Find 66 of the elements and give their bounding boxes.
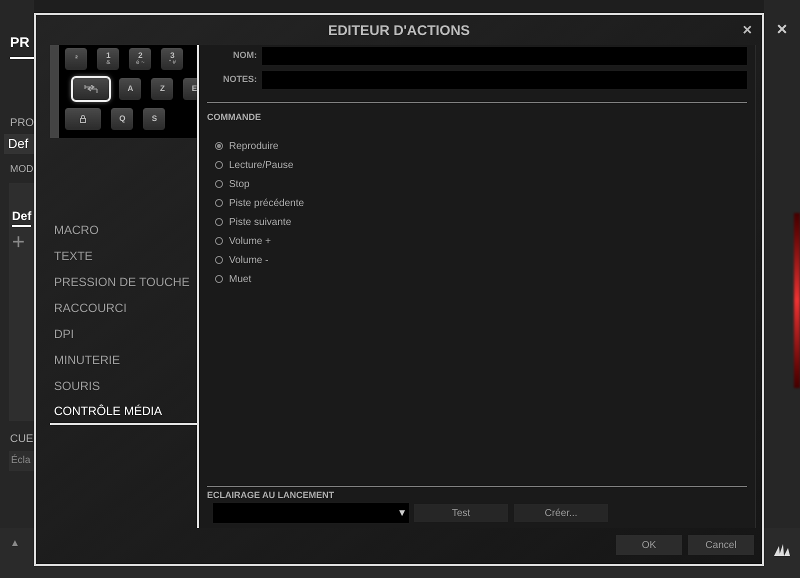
keyboard-key[interactable]: E bbox=[183, 78, 197, 100]
radio-button[interactable] bbox=[215, 218, 223, 226]
key-label: S bbox=[152, 115, 158, 123]
radio-label: Piste suivante bbox=[229, 216, 292, 230]
keyboard-key[interactable]: ² bbox=[65, 48, 88, 70]
key-label: 2 bbox=[138, 52, 143, 60]
close-icon[interactable]: × bbox=[776, 20, 788, 38]
dialog-button[interactable]: Cancel bbox=[688, 535, 754, 555]
action-menu-item[interactable]: SOURIS bbox=[50, 373, 197, 399]
keyboard-key[interactable]: Z bbox=[151, 78, 174, 100]
action-menu-item[interactable]: DPI bbox=[50, 321, 197, 347]
panel-button[interactable]: Test bbox=[413, 503, 509, 523]
lock-icon bbox=[80, 115, 86, 123]
radio-button[interactable] bbox=[215, 142, 223, 150]
radio-label: Stop bbox=[229, 178, 250, 192]
action-menu-item[interactable]: MINUTERIE bbox=[50, 347, 197, 373]
keyboard-key[interactable]: A bbox=[119, 78, 142, 100]
mode-tab[interactable]: Def bbox=[12, 206, 32, 226]
dialog-title: EDITEUR D'ACTIONS bbox=[328, 20, 470, 40]
radio-label: Volume - bbox=[229, 254, 268, 268]
cue-label: CUE bbox=[10, 432, 34, 446]
lighting-dropdown[interactable]: ▼ bbox=[213, 503, 409, 523]
keyboard-key[interactable] bbox=[73, 78, 110, 100]
text-input-field[interactable] bbox=[262, 47, 747, 65]
radio-label: Lecture/Pause bbox=[229, 158, 294, 172]
panel-button[interactable]: Créer... bbox=[513, 503, 609, 523]
key-label: E bbox=[192, 85, 197, 93]
section-heading: COMMANDE bbox=[207, 111, 262, 124]
radio-button[interactable] bbox=[215, 237, 223, 245]
radio-label: Volume + bbox=[229, 234, 271, 248]
keyboard-key[interactable]: S bbox=[143, 108, 166, 130]
key-label: Z bbox=[160, 85, 165, 93]
dialog-button[interactable]: OK bbox=[616, 535, 682, 555]
caret-icon: ▼ bbox=[397, 506, 407, 520]
radio-label: Reproduire bbox=[229, 140, 278, 154]
text-input-field[interactable] bbox=[262, 71, 747, 89]
radio-button[interactable] bbox=[215, 161, 223, 169]
radio-button[interactable] bbox=[215, 275, 223, 283]
add-icon[interactable]: + bbox=[12, 230, 34, 252]
keyboard-key[interactable] bbox=[65, 108, 102, 130]
key-label: ² bbox=[75, 55, 78, 63]
mode-label: MOD bbox=[10, 162, 34, 176]
key-label: A bbox=[128, 85, 134, 93]
section-heading: ECLAIRAGE AU LANCEMENT bbox=[207, 488, 336, 502]
keyboard-key[interactable]: Q bbox=[111, 108, 134, 130]
lighting-dropdown[interactable]: Écla bbox=[9, 451, 34, 471]
sails-logo-icon bbox=[774, 544, 790, 556]
action-menu-item[interactable]: TEXTE bbox=[50, 243, 197, 269]
profile-label: PRO bbox=[10, 116, 34, 131]
profile-dropdown[interactable]: Def bbox=[4, 134, 34, 154]
radio-button[interactable] bbox=[215, 256, 223, 264]
radio-label: Muet bbox=[229, 272, 252, 286]
close-icon[interactable]: × bbox=[742, 23, 752, 39]
radio-label: Piste précédente bbox=[229, 196, 304, 210]
key-label: 3 bbox=[170, 52, 175, 60]
scroll-up-button[interactable]: ▲ bbox=[10, 536, 20, 551]
field-label: NOTES: bbox=[222, 73, 257, 86]
key-label: 1 bbox=[106, 52, 111, 60]
radio-button[interactable] bbox=[215, 199, 223, 207]
tab-icon bbox=[84, 85, 98, 93]
field-label: NOM: bbox=[232, 49, 257, 62]
radio-button[interactable] bbox=[215, 180, 223, 188]
action-menu-item[interactable]: MACRO bbox=[50, 217, 197, 243]
action-menu-item[interactable]: PRESSION DE TOUCHE bbox=[50, 269, 197, 295]
action-menu-item[interactable]: RACCOURCI bbox=[50, 295, 197, 321]
key-label: Q bbox=[119, 115, 126, 123]
